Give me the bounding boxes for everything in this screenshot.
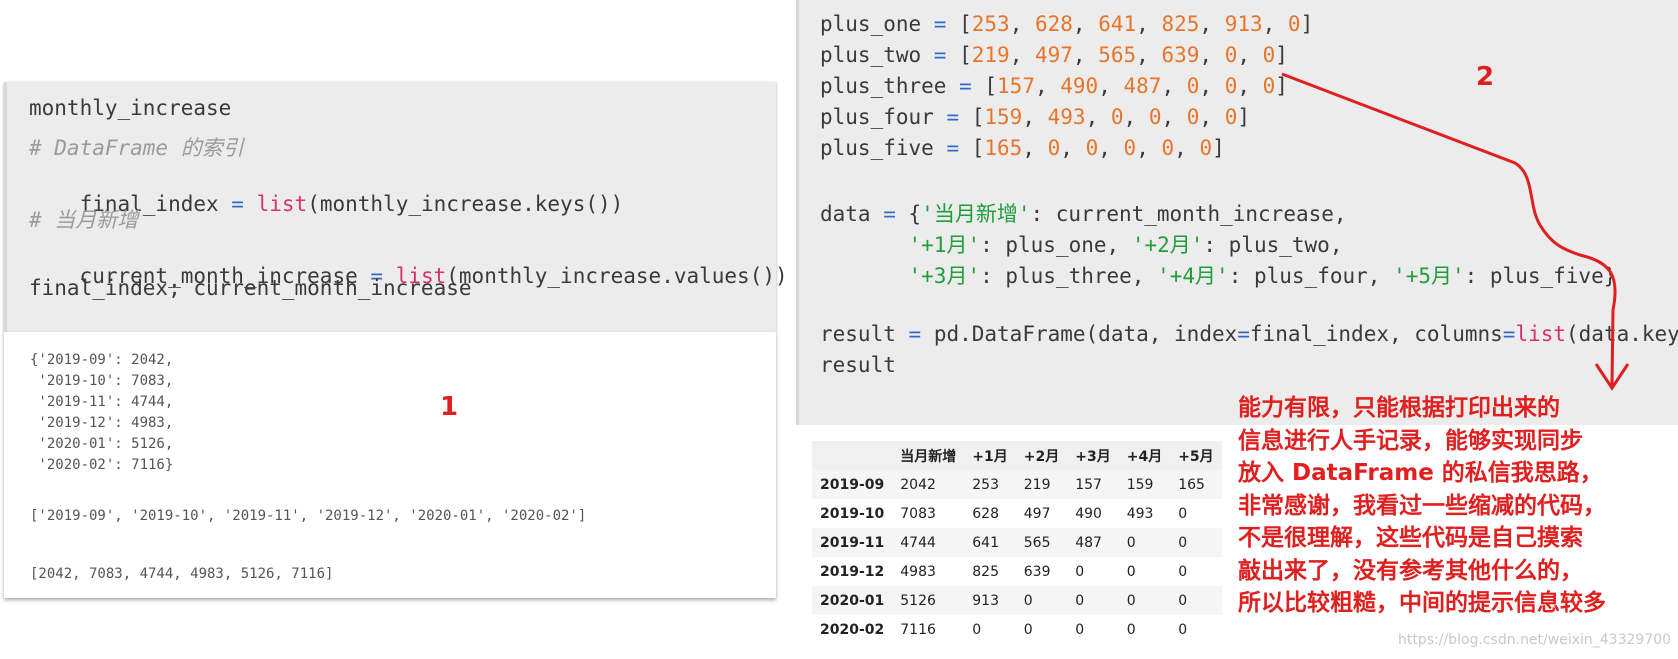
code-line: plus_two = [219, 497, 565, 639, 0, 0] xyxy=(820,43,1288,67)
code-token: = xyxy=(231,192,244,216)
column-header: 当月新增 xyxy=(892,441,965,470)
table-cell: 565 xyxy=(1023,534,1051,551)
values-list-output: [2042, 7083, 4744, 4983, 5126, 7116] xyxy=(30,566,334,582)
table-cell: 4744 xyxy=(900,534,936,551)
column-header: +3月 xyxy=(1067,441,1119,470)
table-cell: 0 xyxy=(1075,563,1085,580)
table-cell: 0 xyxy=(972,621,982,638)
annotation-note: 能力有限，只能根据打印出来的 信息进行人手记录，能够实现同步 放入 DataFram… xyxy=(1238,392,1678,620)
table-cell: 0 xyxy=(1075,592,1085,609)
table-cell: 641 xyxy=(972,534,999,551)
table-cell: 5126 xyxy=(900,592,936,609)
annotation-note-line: 能力有限，只能根据打印出来的 xyxy=(1238,395,1560,421)
code-line: plus_one = [253, 628, 641, 825, 913, 0] xyxy=(820,12,1314,36)
dict-output-line: '2019-12': 4983, xyxy=(30,415,174,431)
table-row: 2019-11 4744 641 565 487 0 0 xyxy=(812,528,1222,557)
row-index: 2019-10 xyxy=(820,505,885,522)
table-cell: 825 xyxy=(972,563,999,580)
annotation-label-two: 2 xyxy=(1476,62,1495,92)
table-cell: 913 xyxy=(972,592,999,609)
code-comment: # DataFrame 的索引 xyxy=(29,136,244,160)
table-cell: 0 xyxy=(1178,563,1188,580)
table-cell: 157 xyxy=(1075,476,1102,493)
code-comment: # 当月新增 xyxy=(29,208,139,232)
row-index: 2020-02 xyxy=(820,621,885,638)
dataframe-table: 当月新增 +1月 +2月 +3月 +4月 +5月 2019-09 2042 253 219 157… xyxy=(812,441,1222,644)
watermark: https://blog.csdn.net/weixin_43329700 xyxy=(1398,632,1672,648)
code-line: result = pd.DataFrame(data, index=final_… xyxy=(820,322,1678,346)
code-token: list xyxy=(256,192,308,216)
column-header: +2月 xyxy=(1015,441,1068,470)
table-row: 2019-12 4983 825 639 0 0 0 xyxy=(812,557,1222,586)
table-cell: 0 xyxy=(1178,505,1188,522)
row-index: 2019-09 xyxy=(820,476,885,493)
column-header: +1月 xyxy=(964,441,1016,470)
code-line: '+1月': plus_one, '+2月': plus_two, xyxy=(908,233,1343,257)
table-cell: 0 xyxy=(1023,621,1033,638)
table-cell: 159 xyxy=(1126,476,1154,493)
code-token: (monthly_increase.values()) xyxy=(446,264,788,288)
annotation-note-line: 不是很理解，这些代码是自己摸索 xyxy=(1238,525,1583,551)
column-header: +4月 xyxy=(1118,441,1171,470)
annotation-note-line: 信息进行人手记录，能够实现同步 xyxy=(1238,427,1583,454)
annotation-note-line: 放入 DataFrame 的私信我思路， xyxy=(1238,460,1603,486)
right-code-cell[interactable]: plus_one = [253, 628, 641, 825, 913, 0] p… xyxy=(796,0,1678,425)
table-row: 2019-09 2042 253 219 157 159 165 xyxy=(812,470,1222,499)
table-cell: 628 xyxy=(972,505,999,522)
row-index: 2019-11 xyxy=(820,534,885,551)
row-index: 2019-12 xyxy=(820,563,885,580)
table-row: 2020-01 5126 913 0 0 0 0 xyxy=(812,586,1222,615)
table-cell: 0 xyxy=(1075,621,1085,638)
table-cell: 7083 xyxy=(900,505,936,522)
table-row: 2020-02 7116 0 0 0 0 0 xyxy=(812,615,1222,644)
column-header xyxy=(812,441,893,470)
table-cell: 493 xyxy=(1126,505,1154,522)
table-header-row: 当月新增 +1月 +2月 +3月 +4月 +5月 xyxy=(812,441,1222,470)
dict-output-line: {'2019-09': 2042, xyxy=(30,352,174,368)
left-code-cell[interactable]: monthly_increase # DataFrame 的索引 final_i… xyxy=(4,82,788,332)
table-cell: 0 xyxy=(1126,621,1136,638)
dict-output-line: '2020-02': 7116} xyxy=(30,457,174,473)
table-cell: 490 xyxy=(1075,505,1102,522)
table-cell: 0 xyxy=(1023,592,1033,609)
left-output-area: {'2019-09': 2042, '2019-10': 7083, '2019… xyxy=(4,332,776,598)
code-line: '+3月': plus_three, '+4月': plus_four, '+5… xyxy=(908,264,1617,288)
table-cell: 7116 xyxy=(900,621,936,638)
annotation-label-one: 1 xyxy=(440,392,459,422)
dict-output-line: '2020-01': 5126, xyxy=(30,436,174,452)
row-index: 2020-01 xyxy=(820,592,885,609)
table-cell: 0 xyxy=(1126,563,1136,580)
table-cell: 165 xyxy=(1178,476,1205,493)
table-cell: 0 xyxy=(1178,534,1188,551)
column-header: +5月 xyxy=(1170,441,1222,470)
code-line: plus_five = [165, 0, 0, 0, 0, 0] xyxy=(820,136,1225,160)
table-cell: 219 xyxy=(1023,476,1051,493)
annotation-note-line: 所以比较粗糙，中间的提示信息较多 xyxy=(1238,590,1606,616)
table-cell: 0 xyxy=(1126,592,1136,609)
table-cell: 0 xyxy=(1126,534,1136,551)
code-line: result xyxy=(820,353,896,377)
code-line: data = {'当月新增': current_month_increase, xyxy=(820,202,1347,226)
table-cell: 487 xyxy=(1075,534,1102,551)
annotation-note-line: 敲出来了，没有参考其他什么的， xyxy=(1238,557,1583,584)
table-cell: 0 xyxy=(1178,592,1188,609)
table-cell: 4983 xyxy=(900,563,936,580)
table-cell: 253 xyxy=(972,476,999,493)
code-line: plus_four = [159, 493, 0, 0, 0, 0] xyxy=(820,105,1251,129)
table-row: 2019-10 7083 628 497 490 493 0 xyxy=(812,499,1222,528)
code-token: (monthly_increase.keys()) xyxy=(307,192,624,216)
code-line: final_index; current_month_increase xyxy=(29,276,472,300)
index-list-output: ['2019-09', '2019-10', '2019-11', '2019-… xyxy=(30,508,587,524)
annotation-note-line: 非常感谢，我看过一些缩减的代码， xyxy=(1238,492,1606,519)
code-line: plus_three = [157, 490, 487, 0, 0, 0] xyxy=(820,74,1288,98)
dict-output-line: '2019-10': 7083, xyxy=(30,373,174,389)
table-cell: 497 xyxy=(1023,505,1051,522)
table-cell: 639 xyxy=(1023,563,1051,580)
table-cell: 0 xyxy=(1178,621,1188,638)
dict-output-line: '2019-11': 4744, xyxy=(30,394,174,410)
code-line: monthly_increase xyxy=(29,96,232,120)
table-cell: 2042 xyxy=(900,476,936,493)
